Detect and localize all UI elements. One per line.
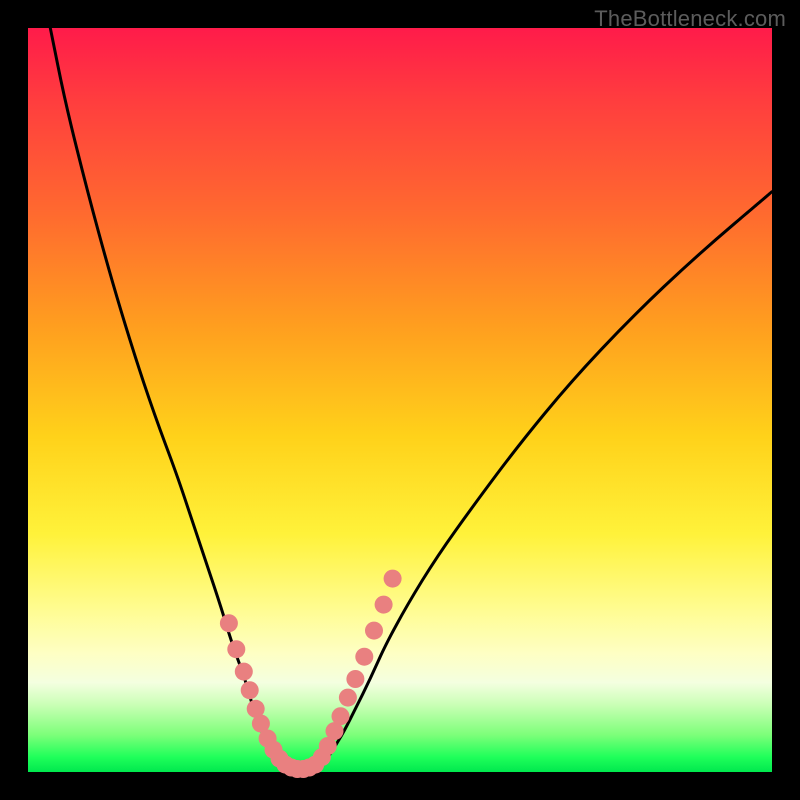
bead-dot [384, 570, 402, 588]
bottleneck-curve [50, 28, 772, 771]
bottleneck-curve-path [50, 28, 772, 771]
bead-dot [235, 663, 253, 681]
bead-dot [339, 689, 357, 707]
curve-layer [28, 28, 772, 772]
bead-dot [332, 707, 350, 725]
bead-dot [241, 681, 259, 699]
plot-area [28, 28, 772, 772]
bead-dot [220, 614, 238, 632]
highlight-beads [220, 570, 402, 778]
bead-dot [375, 596, 393, 614]
bead-dot [346, 670, 364, 688]
bead-dot [365, 622, 383, 640]
bead-dot [355, 648, 373, 666]
bead-dot [227, 640, 245, 658]
chart-frame: TheBottleneck.com [0, 0, 800, 800]
watermark-text: TheBottleneck.com [594, 6, 786, 32]
